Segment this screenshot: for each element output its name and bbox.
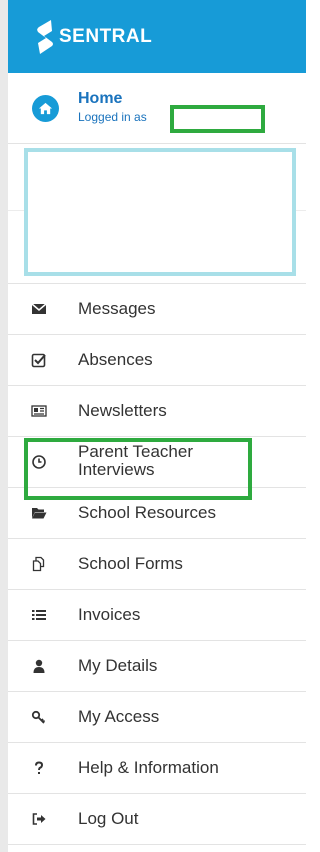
- sidebar-item-messages[interactable]: Messages: [8, 284, 306, 335]
- sidebar-item-help-information[interactable]: Help & Information: [8, 743, 306, 794]
- profile-card[interactable]: [24, 148, 296, 276]
- sidebar-item-label: Help & Information: [78, 758, 219, 777]
- sidebar-item-log-out[interactable]: Log Out: [8, 794, 306, 845]
- sidebar-item-label: My Access: [78, 707, 160, 726]
- checkbox-icon: [30, 351, 48, 369]
- sidebar-item-label: Log Out: [78, 809, 139, 828]
- sidebar-item-label: Newsletters: [78, 401, 167, 420]
- sidebar-item-invoices[interactable]: Invoices: [8, 590, 306, 641]
- newspaper-icon: [30, 402, 48, 420]
- home-text: Home Logged in as: [78, 90, 147, 125]
- sidebar-item-label: Absences: [78, 350, 153, 369]
- sidebar-item-my-details[interactable]: My Details: [8, 641, 306, 692]
- sidebar-item-my-access[interactable]: My Access: [8, 692, 306, 743]
- sidebar-item-absences[interactable]: Absences: [8, 335, 306, 386]
- left-rail: [0, 0, 8, 852]
- app-header: SENTRAL: [8, 0, 306, 73]
- sidebar-item-label: Invoices: [78, 605, 141, 624]
- sentral-logo[interactable]: SENTRAL: [35, 19, 152, 55]
- sidebar-item-school-forms[interactable]: School Forms: [8, 539, 306, 590]
- sidebar-menu: Messages Absences Newsletters Parent Tea…: [8, 284, 306, 845]
- folder-open-icon: [30, 504, 48, 522]
- logged-in-label: Logged in as: [78, 110, 147, 124]
- sign-out-icon: [30, 810, 48, 828]
- brand-name: SENTRAL: [59, 25, 153, 47]
- sentral-s-icon: [37, 19, 53, 54]
- sidebar-item-newsletters[interactable]: Newsletters: [8, 386, 306, 437]
- home-icon: [32, 95, 59, 122]
- sidebar-item-label: Messages: [78, 299, 156, 318]
- key-icon: [30, 708, 48, 726]
- parent-teacher-interviews-highlight-box: [24, 438, 252, 500]
- list-icon: [30, 606, 48, 624]
- home-title: Home: [78, 90, 123, 107]
- user-icon: [30, 657, 48, 675]
- username-highlight-box: [170, 105, 265, 133]
- sidebar-item-label: School Resources: [78, 503, 216, 522]
- sidebar-item-label: School Forms: [78, 554, 183, 573]
- sidebar-item-label: My Details: [78, 656, 158, 675]
- envelope-icon: [30, 300, 48, 318]
- documents-icon: [30, 555, 48, 573]
- question-icon: [30, 759, 48, 777]
